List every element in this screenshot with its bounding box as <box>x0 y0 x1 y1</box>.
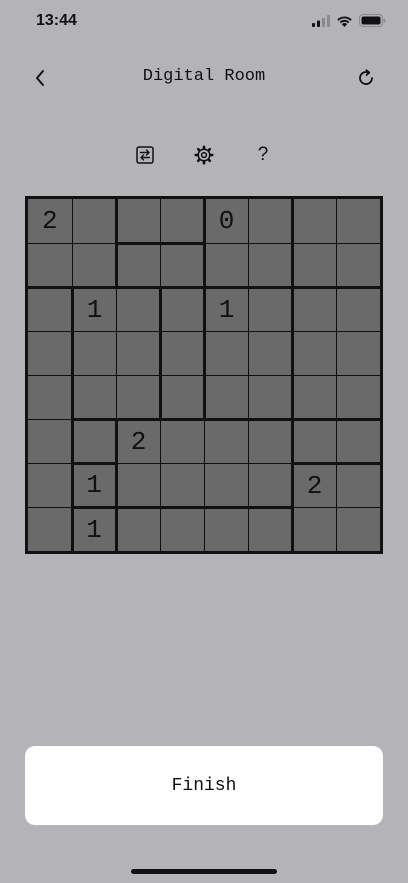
help-button[interactable]: ? <box>248 140 278 170</box>
swap-icon <box>136 146 154 164</box>
grid-cell[interactable]: 1 <box>205 288 248 331</box>
grid-cell[interactable] <box>204 463 248 506</box>
grid-cell[interactable] <box>72 199 115 243</box>
grid-cell[interactable] <box>117 199 160 242</box>
puzzle-grid: 20112121 <box>25 196 383 554</box>
grid-cell[interactable] <box>160 463 204 506</box>
grid-cell[interactable] <box>248 375 291 418</box>
grid-cell[interactable] <box>293 375 336 418</box>
grid-cell[interactable] <box>248 243 291 286</box>
grid-cell[interactable] <box>116 331 159 375</box>
grid-cell[interactable] <box>116 375 159 418</box>
grid-cell[interactable] <box>28 331 71 375</box>
grid-cell[interactable]: 1 <box>73 464 115 506</box>
grid-cell[interactable] <box>160 244 203 286</box>
grid-cell[interactable] <box>336 464 380 507</box>
grid-cell[interactable] <box>161 375 203 418</box>
toolbar: ? <box>0 140 408 170</box>
grid-cell[interactable] <box>117 508 160 551</box>
grid-cell[interactable] <box>204 508 248 551</box>
status-icons <box>312 14 386 27</box>
grid-cell[interactable] <box>73 420 115 462</box>
grid-cell[interactable] <box>28 288 71 331</box>
grid-cell[interactable] <box>28 507 71 551</box>
grid-cell[interactable] <box>248 199 291 243</box>
home-indicator <box>131 869 277 874</box>
grid-cell[interactable] <box>160 420 204 463</box>
status-bar: 13:44 <box>0 0 408 44</box>
grid-cell[interactable]: 2 <box>293 464 336 507</box>
grid-cell[interactable] <box>293 507 336 551</box>
grid-cell[interactable] <box>336 288 380 331</box>
grid-cell[interactable] <box>248 508 291 551</box>
grid-cell[interactable] <box>160 199 203 242</box>
grid-cell[interactable] <box>248 331 291 375</box>
grid-cell[interactable] <box>248 463 291 506</box>
settings-button[interactable] <box>189 140 219 170</box>
grid-cell[interactable] <box>293 331 336 375</box>
grid-cell[interactable] <box>28 243 72 286</box>
grid-cell[interactable] <box>336 199 380 243</box>
reset-button[interactable] <box>344 56 388 100</box>
grid-cell[interactable] <box>336 507 380 551</box>
swap-button[interactable] <box>130 140 160 170</box>
grid-cell[interactable] <box>116 288 159 331</box>
status-time: 13:44 <box>36 12 77 29</box>
gear-icon <box>194 145 214 165</box>
finish-button[interactable]: Finish <box>25 746 383 825</box>
grid-cell[interactable] <box>248 288 291 331</box>
grid-cell[interactable] <box>161 331 203 375</box>
grid-cell[interactable] <box>336 331 380 375</box>
grid-cell[interactable] <box>336 375 380 418</box>
puzzle-board: 20112121 <box>25 196 383 554</box>
grid-cell[interactable] <box>293 288 336 331</box>
grid-cell[interactable] <box>336 243 380 286</box>
grid-cell[interactable] <box>336 420 380 462</box>
grid-cell[interactable]: 2 <box>117 420 160 463</box>
grid-cell[interactable] <box>28 419 71 463</box>
grid-cell[interactable] <box>72 243 115 286</box>
grid-cell[interactable] <box>293 243 336 286</box>
grid-cell[interactable] <box>73 331 116 375</box>
grid-cell[interactable] <box>117 244 160 286</box>
grid-cell[interactable] <box>73 375 116 418</box>
grid-cell[interactable] <box>293 420 336 462</box>
grid-cell[interactable] <box>248 420 291 463</box>
grid-cell[interactable] <box>28 375 71 419</box>
wifi-icon <box>337 16 352 27</box>
grid-cell[interactable] <box>205 375 248 418</box>
grid-cell[interactable] <box>204 420 248 463</box>
refresh-icon <box>359 69 373 85</box>
grid-cell[interactable] <box>293 199 336 243</box>
nav-bar: Digital Room <box>0 56 408 100</box>
grid-cell[interactable]: 1 <box>73 508 115 551</box>
grid-cell[interactable] <box>117 463 160 506</box>
grid-cell[interactable] <box>161 288 203 331</box>
grid-cell[interactable]: 1 <box>73 288 116 331</box>
grid-cell[interactable] <box>205 243 248 286</box>
grid-cell[interactable] <box>28 463 71 507</box>
battery-icon <box>359 14 386 27</box>
grid-cell[interactable] <box>205 331 248 375</box>
grid-cell[interactable] <box>160 508 204 551</box>
signal-icon <box>312 14 330 27</box>
grid-cell[interactable]: 2 <box>28 199 72 243</box>
grid-cell[interactable]: 0 <box>205 199 248 243</box>
